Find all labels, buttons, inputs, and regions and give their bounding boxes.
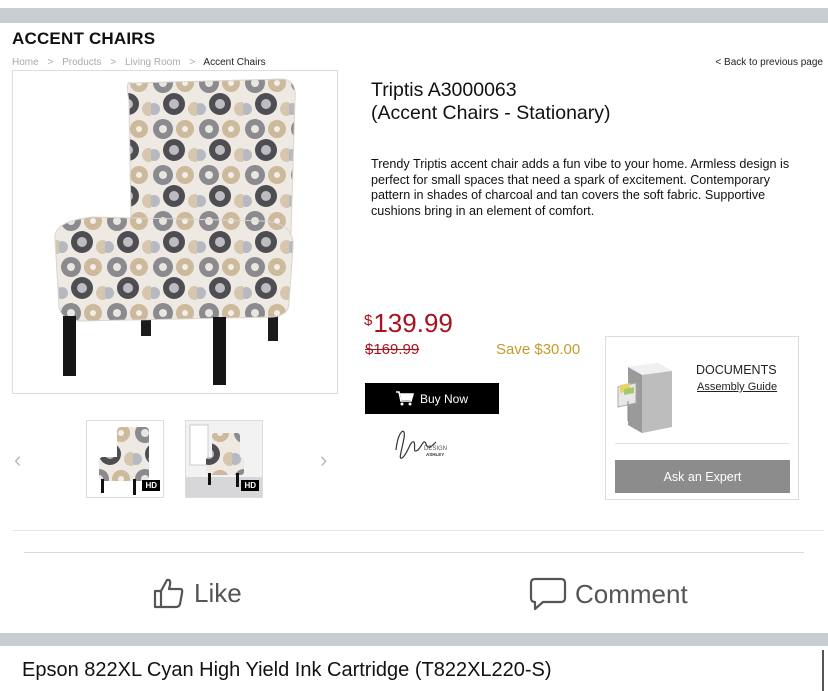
page-title: ACCENT CHAIRS (12, 29, 156, 48)
hd-badge: HD (241, 480, 259, 491)
documents-title: DOCUMENTS (696, 363, 777, 377)
post-divider (24, 552, 804, 553)
price-amount: 139.99 (373, 308, 453, 338)
top-separator-band (0, 8, 828, 23)
file-cabinet-icon (617, 363, 672, 433)
product-description: Trendy Triptis accent chair adds a fun v… (371, 157, 790, 218)
breadcrumb-products[interactable]: Products (62, 57, 101, 68)
documents-panel: DOCUMENTS Assembly Guide Ask an Expert (605, 336, 799, 500)
like-button[interactable]: Like (152, 576, 242, 610)
thumbnail-1[interactable]: HD (86, 420, 164, 498)
content-divider (12, 530, 824, 531)
chevron-left-icon[interactable]: ‹ (14, 447, 21, 473)
like-label: Like (194, 577, 242, 608)
original-price: $169.99 (365, 341, 420, 358)
thumbnail-2[interactable]: HD (185, 420, 263, 498)
next-post-title[interactable]: Epson 822XL Cyan High Yield Ink Cartridg… (22, 659, 552, 682)
svg-text:ASHLEY: ASHLEY (426, 452, 444, 457)
assembly-guide-link[interactable]: Assembly Guide (697, 381, 777, 393)
price-currency: $ (364, 312, 373, 329)
scrollbar[interactable] (822, 650, 824, 691)
breadcrumb-separator: > (47, 57, 54, 68)
buy-now-button[interactable]: Buy Now (365, 383, 499, 414)
product-main-image[interactable] (12, 70, 338, 394)
buy-now-label: Buy Now (419, 391, 469, 406)
comment-icon (529, 577, 567, 611)
breadcrumb: Home > Products > Living Room > Accent C… (12, 57, 266, 68)
thumbs-up-icon (153, 578, 184, 609)
chevron-right-icon[interactable]: › (320, 447, 327, 473)
product-title-category: (Accent Chairs - Stationary) (371, 102, 611, 124)
comment-label: Comment (575, 578, 688, 609)
breadcrumb-home[interactable]: Home (12, 57, 39, 68)
current-price: $139.99 (364, 308, 453, 339)
breadcrumb-current: Accent Chairs (203, 57, 266, 68)
savings-amount: Save $30.00 (496, 341, 581, 358)
hd-badge: HD (142, 480, 160, 491)
breadcrumb-separator: > (110, 57, 117, 68)
chair-illustration (54, 78, 296, 385)
back-to-previous-link[interactable]: < Back to previous page (715, 57, 823, 68)
cart-icon (395, 391, 414, 406)
product-title: Triptis A3000063 (Accent Chairs - Statio… (371, 79, 611, 125)
bottom-separator-band (0, 633, 828, 646)
breadcrumb-living-room[interactable]: Living Room (125, 57, 181, 68)
product-title-model: Triptis A3000063 (371, 79, 517, 101)
breadcrumb-separator: > (189, 57, 196, 68)
documents-divider (615, 443, 789, 444)
signature-design-logo: DESIGN ASHLEY (390, 420, 448, 464)
ask-an-expert-button[interactable]: Ask an Expert (615, 460, 790, 493)
comment-button[interactable]: Comment (529, 576, 688, 612)
